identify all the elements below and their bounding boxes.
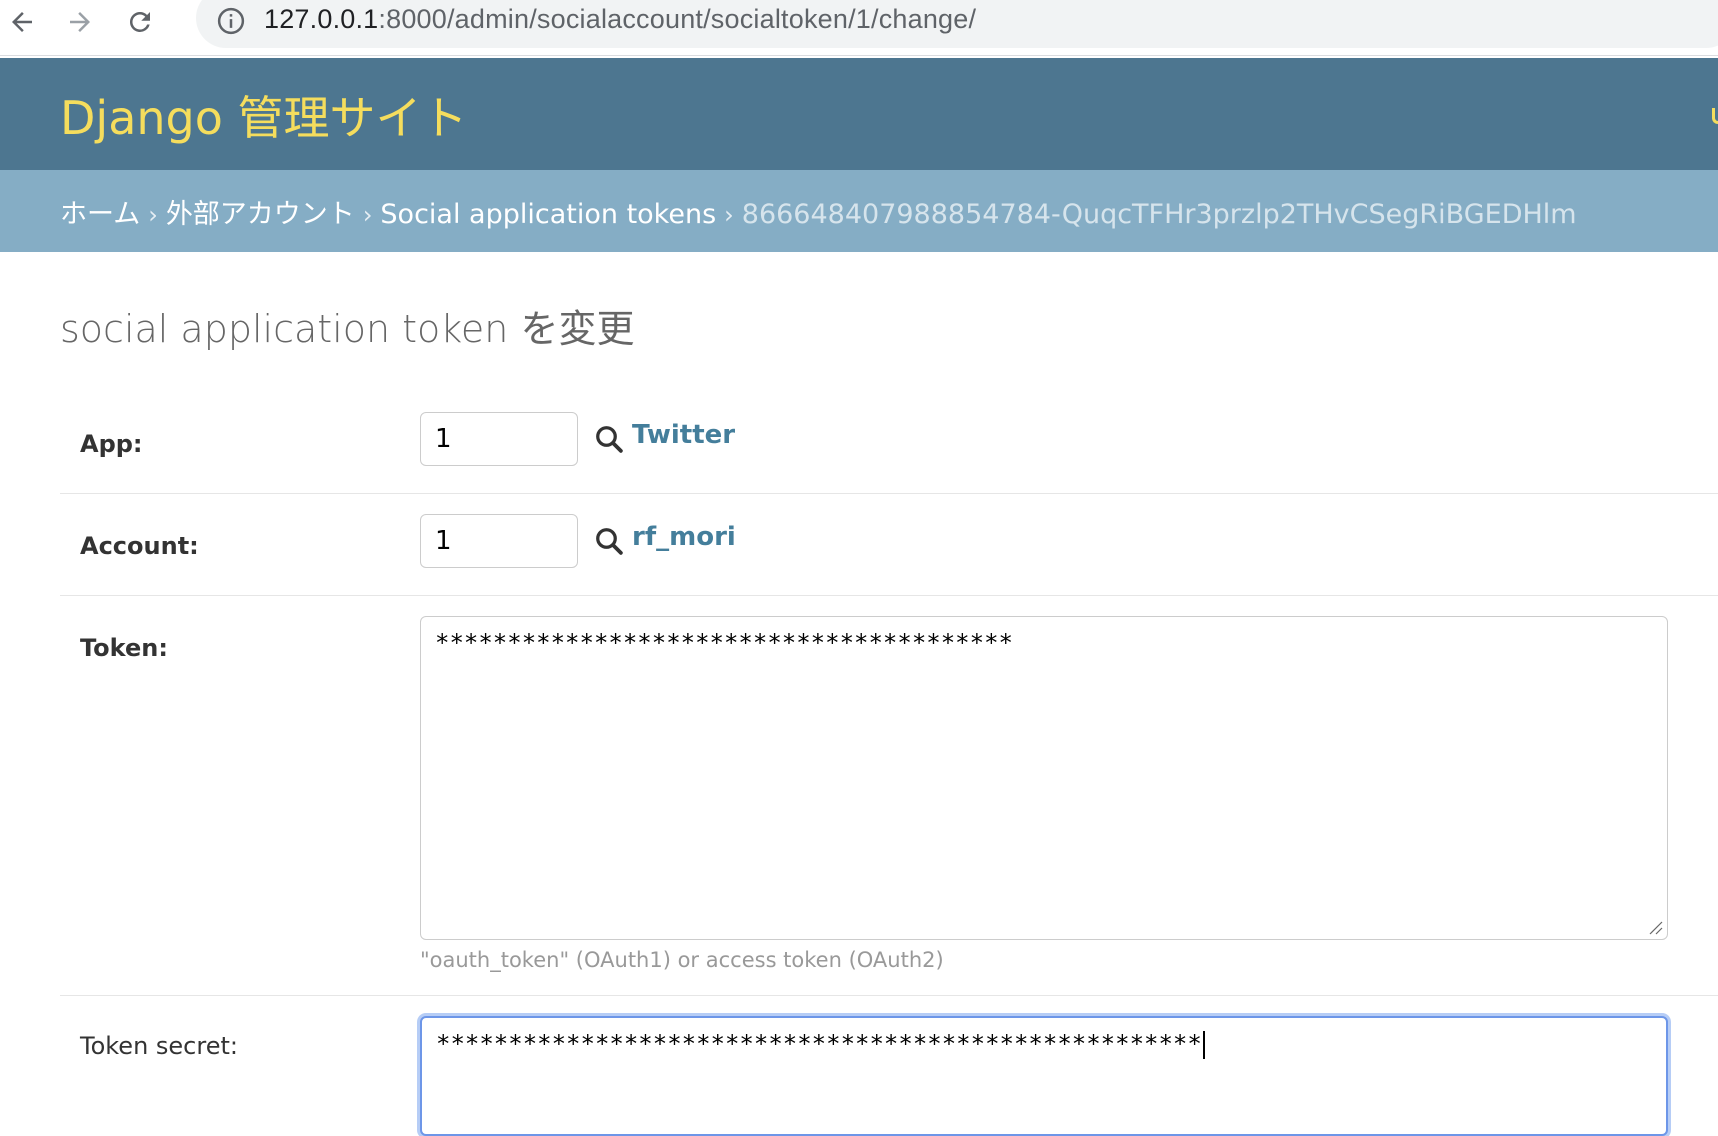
breadcrumb-separator: › [148, 201, 158, 229]
token-secret-value: ****************************************… [436, 1030, 1202, 1058]
back-button[interactable] [0, 2, 44, 42]
info-icon[interactable] [216, 6, 246, 36]
token-value: **************************************** [435, 629, 1013, 657]
account-related-link[interactable]: rf_mori [632, 522, 736, 552]
token-secret-textarea[interactable]: ****************************************… [420, 1016, 1668, 1136]
url-text: 127.0.0.1:8000/admin/socialaccount/socia… [264, 4, 976, 35]
url-host: 127.0.0.1 [264, 4, 379, 34]
arrow-right-icon [70, 12, 90, 32]
app-id-input[interactable]: 1 [420, 412, 578, 466]
breadcrumb-home-link[interactable]: ホーム [60, 199, 140, 230]
search-icon[interactable] [594, 424, 624, 454]
account-id-input[interactable]: 1 [420, 514, 578, 568]
token-textarea[interactable]: **************************************** [420, 616, 1668, 940]
reload-button[interactable] [118, 2, 162, 42]
forward-button[interactable] [58, 2, 102, 42]
form-row-app: App: 1 Twitter [60, 392, 1718, 494]
token-secret-label: Token secret: [80, 1032, 238, 1060]
breadcrumb-separator: › [362, 201, 373, 229]
site-header: Django 管理サイト [0, 58, 1718, 170]
app-related-link[interactable]: Twitter [632, 420, 735, 450]
search-icon[interactable] [594, 526, 624, 556]
token-label: Token: [80, 634, 168, 662]
form-row-token: Token: *********************************… [60, 596, 1718, 996]
token-help-text: "oauth_token" (OAuth1) or access token (… [420, 948, 944, 972]
breadcrumb-model-link[interactable]: Social application tokens [380, 199, 716, 230]
site-brand[interactable]: Django 管理サイト [60, 82, 468, 148]
app-label: App: [80, 430, 143, 458]
breadcrumb-separator: › [724, 201, 734, 229]
page-title: social application token を変更 [60, 307, 635, 351]
resize-grip-icon[interactable] [1647, 919, 1663, 935]
breadcrumb-current: 866648407988854784-QuqcTFHr3przlp2THvCSe… [741, 199, 1577, 230]
user-tools-edge [1712, 108, 1718, 124]
browser-toolbar: 127.0.0.1:8000/admin/socialaccount/socia… [0, 0, 1718, 56]
account-label: Account: [80, 532, 199, 560]
address-bar[interactable]: 127.0.0.1:8000/admin/socialaccount/socia… [196, 0, 1718, 48]
arrow-left-icon [12, 12, 32, 32]
url-path: :8000/admin/socialaccount/socialtoken/1/… [378, 4, 977, 34]
text-caret [1202, 1031, 1205, 1059]
form-row-token-secret: Token secret: **************************… [60, 996, 1718, 1136]
breadcrumb-app-link[interactable]: 外部アカウント [166, 199, 355, 230]
form-row-account: Account: 1 rf_mori [60, 494, 1718, 596]
breadcrumb: ホーム › 外部アカウント › Social application tokens › 86… [0, 170, 1718, 252]
reload-icon [129, 11, 150, 32]
